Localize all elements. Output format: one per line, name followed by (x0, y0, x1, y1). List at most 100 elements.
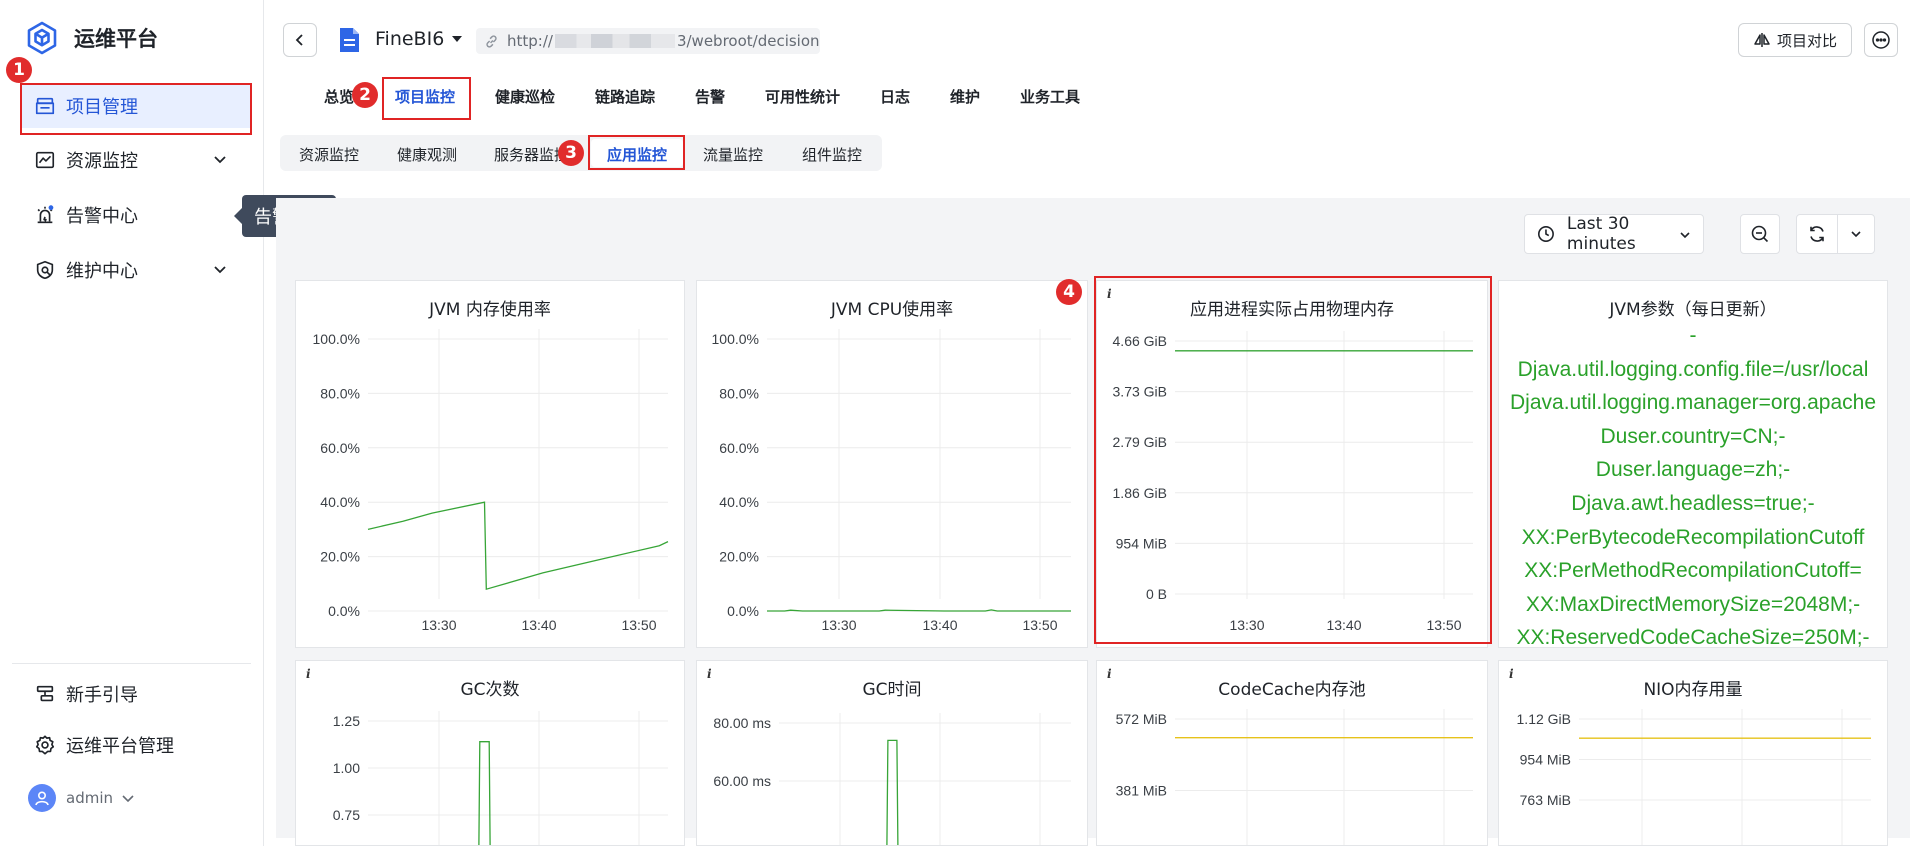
y-tick-label: 0.0% (727, 603, 759, 619)
project-name[interactable]: FineBI6 (375, 28, 444, 50)
sidebar: 运维平台 项目管理 资源监控 告警中心 维护中心 新手引导 运维平台管理 adm… (0, 0, 264, 846)
guide-icon (36, 685, 54, 702)
y-tick-label: 20.0% (320, 549, 360, 565)
series-line (886, 739, 899, 845)
chevron-down-icon (1680, 232, 1690, 239)
y-tick-label: 1.25 (333, 713, 360, 729)
sidebar-item-platform-settings[interactable]: 运维平台管理 (20, 723, 250, 767)
subtab-app-monitor[interactable]: 应用监控 (591, 139, 684, 167)
caret-down-icon[interactable] (451, 33, 463, 45)
tab-trace[interactable]: 链路追踪 (595, 86, 655, 107)
url-suffix: 3/webroot/decision (676, 32, 820, 50)
tab-business-tools[interactable]: 业务工具 (1020, 86, 1080, 107)
chevron-down-icon (1851, 231, 1861, 238)
y-tick-label: 40.0% (719, 494, 759, 510)
y-tick-label: 100.0% (313, 331, 360, 347)
sidebar-item-label: 维护中心 (66, 261, 138, 282)
jvm-param-line: XX:PerBytecodeRecompilationCutoff (1521, 525, 1865, 549)
project-url: http:// 3/webroot/decision (476, 28, 820, 54)
y-tick-label: 381 MiB (1116, 783, 1167, 799)
chart-jvm-memory-usage: 100.0% 80.0% 60.0% 40.0% 20.0% 0.0% 13:30 13:40… (313, 329, 669, 633)
sidebar-item-label: 新手引导 (66, 685, 138, 706)
y-tick-label: 2.79 GiB (1113, 434, 1167, 450)
user-menu[interactable]: admin (28, 784, 135, 812)
back-button[interactable] (283, 23, 317, 57)
y-tick-label: 40.0% (320, 494, 360, 510)
tab-overview[interactable]: 总览 (324, 86, 354, 107)
more-icon (1872, 31, 1890, 49)
project-compare-button[interactable]: 项目对比 (1738, 23, 1852, 57)
sidebar-item-label: 项目管理 (66, 97, 138, 118)
avatar (28, 784, 56, 812)
tab-log[interactable]: 日志 (880, 86, 910, 107)
x-tick-label: 13:50 (621, 617, 656, 633)
y-tick-label: 0.0% (328, 603, 360, 619)
url-redacted (554, 34, 675, 48)
jvm-param-line: Duser.language=zh;- (1595, 458, 1791, 482)
tab-alarm[interactable]: 告警 (695, 86, 725, 107)
y-tick-label: 100.0% (712, 331, 759, 347)
sidebar-item-label: 告警中心 (66, 206, 138, 227)
panel-jvm-cpu-usage: JVM CPU使用率 100.0% 80.0% 60.0% 40.0% 20.0% 0.0… (696, 280, 1088, 648)
y-tick-label: 60.0% (719, 440, 759, 456)
more-options-button[interactable] (1864, 23, 1898, 57)
sidebar-item-guide[interactable]: 新手引导 (20, 672, 250, 716)
x-tick-label: 13:40 (922, 617, 957, 633)
gear-icon (35, 735, 55, 755)
refresh-button[interactable] (1796, 214, 1838, 254)
chart-gc-count: 1.25 1.00 0.75 (333, 711, 668, 845)
alarm-bell-icon (37, 205, 54, 224)
project-icon (35, 97, 55, 115)
y-tick-label: 954 MiB (1116, 535, 1167, 551)
subtab-health-observe[interactable]: 健康观测 (397, 144, 457, 165)
jvm-param-line: Djava.util.logging.config.file=/usr/loca… (1517, 357, 1869, 381)
zoom-out-icon (1751, 225, 1769, 243)
sidebar-item-maintenance[interactable]: 维护中心 (20, 248, 250, 292)
zoom-out-button[interactable] (1740, 214, 1780, 254)
y-tick-label: 572 MiB (1116, 711, 1167, 727)
y-tick-label: 954 MiB (1520, 752, 1571, 768)
sidebar-divider (12, 663, 251, 664)
y-tick-label: 80.0% (320, 385, 360, 401)
chevron-down-icon (214, 266, 226, 274)
y-tick-label: 1.12 GiB (1517, 711, 1571, 727)
subtab-traffic-monitor[interactable]: 流量监控 (703, 144, 763, 165)
sidebar-item-alarm[interactable]: 告警中心 (20, 193, 250, 237)
link-icon (486, 34, 497, 48)
chart-nio-memory: 1.12 GiB 954 MiB 763 MiB (1517, 709, 1871, 845)
y-tick-label: 763 MiB (1520, 792, 1571, 808)
y-tick-label: 4.66 GiB (1113, 333, 1167, 349)
tab-maintenance[interactable]: 维护 (950, 86, 980, 107)
subtab-component-monitor[interactable]: 组件监控 (802, 144, 862, 165)
y-tick-label: 1.86 GiB (1113, 485, 1167, 501)
user-icon (35, 791, 49, 806)
x-tick-label: 13:40 (521, 617, 556, 633)
panel-codecache-pool: i CodeCache内存池 572 MiB 381 MiB (1096, 660, 1488, 846)
chart-physical-memory: 4.66 GiB 3.73 GiB 2.79 GiB 1.86 GiB 954 MiB 0… (1113, 331, 1473, 633)
x-tick-label: 13:30 (821, 617, 856, 633)
compare-icon (1754, 33, 1770, 47)
panel-physical-memory: i 应用进程实际占用物理内存 4.66 GiB 3.73 GiB 2.79 GiB 1… (1096, 280, 1488, 648)
time-range-picker[interactable]: Last 30 minutes (1524, 214, 1704, 254)
monitor-chart-icon (35, 151, 55, 169)
tab-project-monitor[interactable]: 项目监控 (395, 86, 455, 107)
chevron-left-icon (295, 34, 303, 46)
tab-availability[interactable]: 可用性统计 (765, 86, 840, 107)
subtab-resource-monitor[interactable]: 资源监控 (299, 144, 359, 165)
y-tick-label: 0.75 (333, 807, 360, 823)
x-tick-label: 13:30 (1229, 617, 1264, 633)
username: admin (66, 789, 113, 807)
refresh-interval-dropdown[interactable] (1837, 214, 1875, 254)
chart-jvm-cpu-usage: 100.0% 80.0% 60.0% 40.0% 20.0% 0.0% 13:30 13:40… (712, 329, 1071, 633)
panel-gc-time: i GC时间 80.00 ms 60.00 ms (696, 660, 1088, 846)
jvm-param-line: XX:MaxDirectMemorySize=2048M;- (1525, 592, 1861, 616)
tab-health-inspection[interactable]: 健康巡检 (495, 86, 555, 107)
jvm-param-line: Djava.awt.headless=true;- (1571, 491, 1815, 515)
step-marker-4: 4 (1056, 279, 1082, 305)
y-tick-label: 20.0% (719, 549, 759, 565)
document-icon (340, 28, 359, 52)
jvm-param-line: - (1689, 324, 1697, 347)
sidebar-item-project[interactable]: 项目管理 (20, 84, 250, 128)
brand[interactable]: 运维平台 (24, 18, 158, 58)
sidebar-item-resource[interactable]: 资源监控 (20, 138, 250, 182)
